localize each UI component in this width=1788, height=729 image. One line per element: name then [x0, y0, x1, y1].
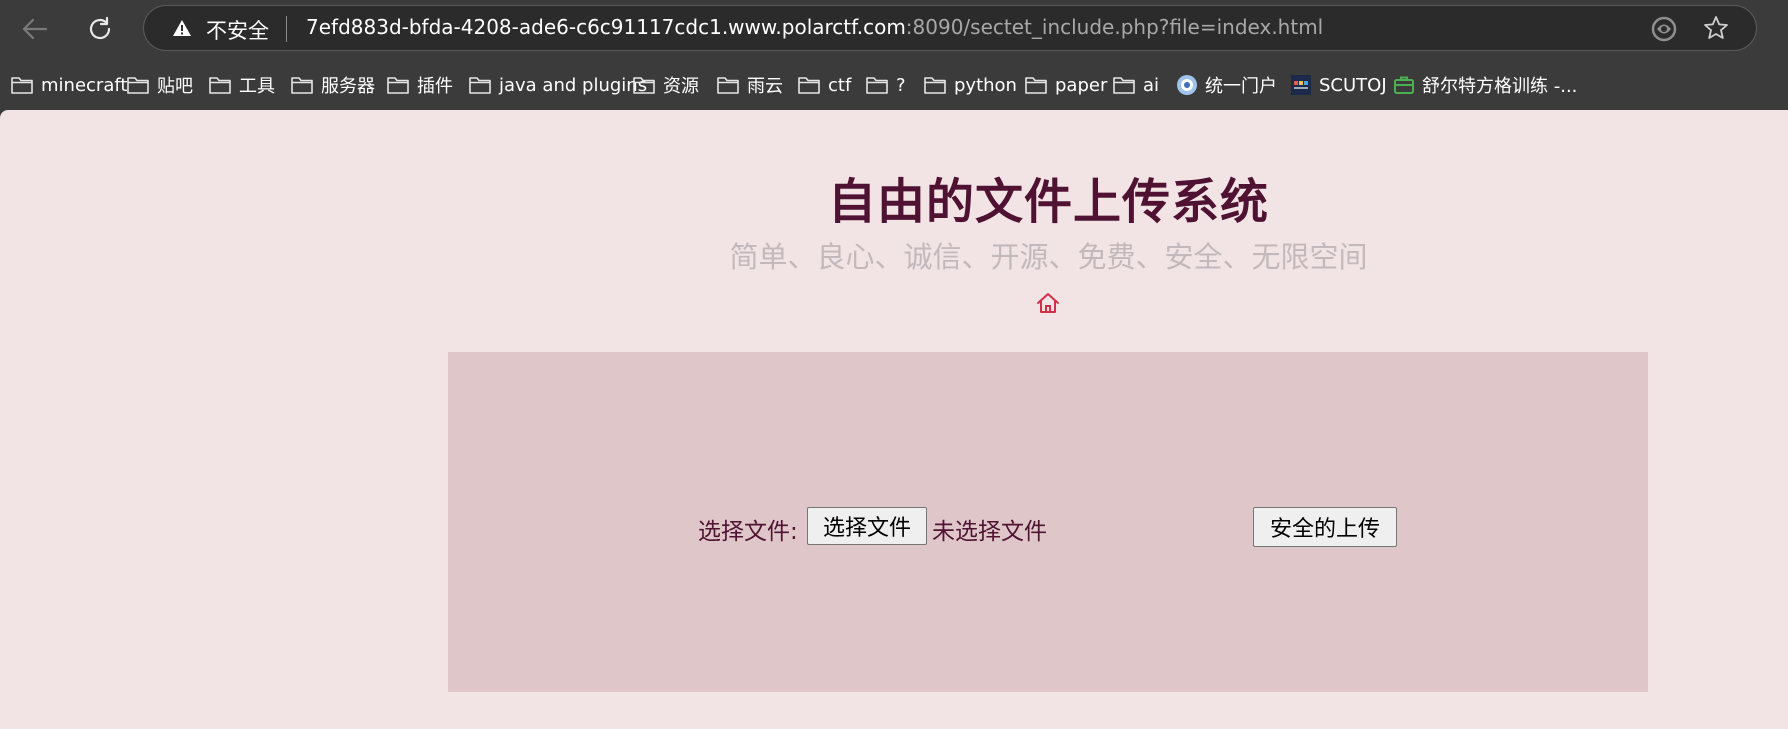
bookmark-item[interactable]: 工具: [208, 72, 275, 98]
address-divider: [286, 16, 287, 42]
bookmark-item[interactable]: minecraft: [10, 72, 127, 98]
translate-icon[interactable]: [1650, 15, 1678, 47]
bookmark-item[interactable]: 服务器: [290, 72, 375, 98]
bookmark-item[interactable]: java and plugins: [468, 72, 647, 98]
bookmark-label: python: [954, 74, 1017, 96]
folder-icon: [716, 75, 747, 95]
url-host: 7efd883d-bfda-4208-ade6-c6c91117cdc1.www…: [306, 15, 906, 39]
bookmark-item[interactable]: 统一门户: [1176, 72, 1277, 98]
folder-icon: [468, 75, 499, 95]
bookmark-label: 资源: [663, 76, 699, 97]
bookmark-item[interactable]: 插件: [386, 72, 453, 98]
bookmark-label: 舒尔特方格训练 -...: [1422, 76, 1578, 97]
upload-button[interactable]: 安全的上传: [1253, 507, 1397, 547]
folder-icon: [386, 75, 417, 95]
bookmarks-bar: minecraft 贴吧 工具 服务器 插件 java and plugins 资源 雨云 ct…: [0, 60, 1788, 110]
arrow-left-icon: [22, 18, 48, 40]
choose-file-button[interactable]: 选择文件: [807, 507, 927, 545]
bookmark-label: ?: [896, 74, 906, 96]
site-icon: [1290, 74, 1319, 96]
bookmark-item[interactable]: python: [923, 72, 1017, 98]
bookmark-label: 统一门户: [1205, 76, 1277, 97]
bookmark-label: 贴吧: [157, 76, 193, 97]
warning-icon: [172, 19, 192, 41]
page-subtitle: 简单、良心、诚信、开源、免费、安全、无限空间: [729, 240, 1368, 274]
url-text[interactable]: 7efd883d-bfda-4208-ade6-c6c91117cdc1.www…: [306, 15, 1323, 39]
folder-icon: [865, 75, 896, 95]
bookmark-label: ai: [1143, 74, 1160, 96]
folder-icon: [632, 75, 663, 95]
reload-button[interactable]: [80, 9, 120, 49]
bookmark-label: 插件: [417, 76, 453, 97]
folder-icon: [1024, 75, 1055, 95]
folder-icon: [1112, 75, 1143, 95]
folder-icon: [208, 75, 239, 95]
back-button[interactable]: [15, 9, 55, 49]
bookmark-label: SCUTOJ: [1319, 74, 1387, 96]
star-icon[interactable]: [1702, 14, 1730, 46]
globe-icon: [1176, 74, 1205, 96]
bookmark-item[interactable]: 资源: [632, 72, 699, 98]
bookmark-item[interactable]: ?: [865, 72, 906, 98]
folder-icon: [797, 75, 828, 95]
bookmark-item[interactable]: ai: [1112, 72, 1159, 98]
bookmark-label: ctf: [828, 74, 852, 96]
bookmark-label: 雨云: [747, 76, 783, 97]
url-path: :8090/sectet_include.php?file=index.html: [905, 15, 1324, 39]
bookmark-item[interactable]: SCUTOJ: [1290, 72, 1387, 98]
bookmark-item[interactable]: 贴吧: [126, 72, 193, 98]
security-status[interactable]: 不安全: [206, 15, 269, 45]
upload-panel: 选择文件: 选择文件 未选择文件 安全的上传: [448, 352, 1648, 692]
bookmark-item[interactable]: paper: [1024, 72, 1107, 98]
folder-icon: [290, 75, 321, 95]
bookmark-item[interactable]: 雨云: [716, 72, 783, 98]
briefcase-icon: [1393, 75, 1422, 95]
folder-icon: [923, 75, 954, 95]
folder-icon: [126, 75, 157, 95]
bookmark-label: java and plugins: [499, 74, 648, 96]
bookmark-label: 服务器: [321, 76, 375, 97]
bookmark-label: paper: [1055, 74, 1108, 96]
page-content: 自由的文件上传系统 简单、良心、诚信、开源、免费、安全、无限空间 选择文件: 选…: [0, 110, 1788, 729]
address-bar[interactable]: 不安全 7efd883d-bfda-4208-ade6-c6c91117cdc1…: [143, 5, 1757, 51]
bookmark-label: 工具: [239, 76, 275, 97]
no-file-selected-text: 未选择文件: [932, 519, 1047, 545]
page-title: 自由的文件上传系统: [827, 174, 1269, 230]
browser-toolbar: 不安全 7efd883d-bfda-4208-ade6-c6c91117cdc1…: [0, 0, 1788, 60]
bookmark-item[interactable]: 舒尔特方格训练 -...: [1393, 72, 1577, 98]
folder-icon: [10, 75, 41, 95]
choose-file-label: 选择文件:: [698, 519, 798, 545]
bookmark-label: minecraft: [41, 74, 128, 96]
reload-icon: [89, 16, 111, 40]
home-icon[interactable]: [1036, 292, 1060, 318]
bookmark-item[interactable]: ctf: [797, 72, 851, 98]
